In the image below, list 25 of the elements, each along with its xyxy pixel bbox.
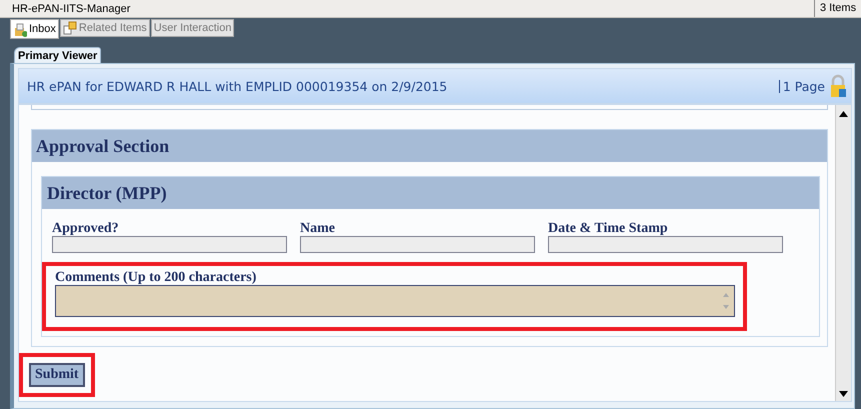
padlock-icon <box>829 74 847 98</box>
input-field[interactable] <box>300 236 535 253</box>
field-label: Approved? <box>52 221 119 236</box>
scroll-down-icon <box>839 391 848 397</box>
field-label: Comments (Up to 200 characters) <box>55 270 256 285</box>
comments-field[interactable] <box>55 285 735 317</box>
document-title: HR ePAN for EDWARD R HALL with EMPLID 000019354 on 2/9/2015 <box>27 78 448 94</box>
section-heading: Approval Section <box>32 130 827 162</box>
scrollbar[interactable] <box>835 105 851 401</box>
app-title: HR-ePAN-IITS-Manager <box>12 2 130 14</box>
documents-icon <box>62 20 77 36</box>
inbox-icon <box>13 22 27 36</box>
input-field[interactable] <box>52 236 287 253</box>
field-label: Date & Time Stamp <box>548 221 668 236</box>
submit-button[interactable]: Submit <box>29 363 85 387</box>
field-label: Name <box>300 221 335 236</box>
input-field[interactable] <box>548 236 783 253</box>
viewer-tab[interactable]: Primary Viewer <box>14 47 102 63</box>
subsection-heading: Director (MPP) <box>42 177 819 209</box>
tab[interactable]: Inbox <box>10 19 59 39</box>
tab[interactable]: User Interaction <box>150 19 234 37</box>
scroll-up-icon <box>839 111 848 117</box>
page-count: 1 Page <box>778 80 825 92</box>
tab[interactable]: Related Items <box>60 19 150 37</box>
item-count: 3 Items <box>814 0 861 17</box>
